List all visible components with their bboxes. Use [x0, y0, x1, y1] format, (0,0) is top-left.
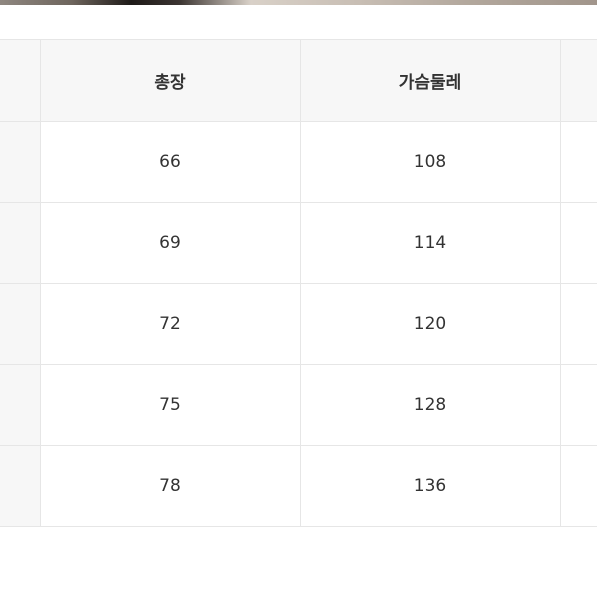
size-chart-header-row: 총장 가슴둘레 [0, 39, 597, 122]
total-length-cell: 75 [39, 364, 301, 446]
table-row: 72 120 [0, 283, 597, 365]
extra-cell [559, 121, 597, 203]
chest-cell: 128 [299, 364, 561, 446]
size-label-cell [0, 121, 41, 203]
chest-cell: 108 [299, 121, 561, 203]
chest-cell: 114 [299, 202, 561, 284]
extra-cell [559, 202, 597, 284]
chest-cell: 136 [299, 445, 561, 527]
size-label-cell [0, 364, 41, 446]
total-length-cell: 66 [39, 121, 301, 203]
next-measure-header [559, 39, 597, 122]
total-length-cell: 69 [39, 202, 301, 284]
total-length-cell: 72 [39, 283, 301, 365]
table-row: 75 128 [0, 364, 597, 446]
size-header-cell [0, 39, 41, 122]
chest-header: 가슴둘레 [299, 39, 561, 122]
size-chart-table: 총장 가슴둘레 66 108 69 114 72 120 75 128 78 1… [0, 39, 597, 527]
table-row: 69 114 [0, 202, 597, 284]
extra-cell [559, 364, 597, 446]
extra-cell [559, 283, 597, 365]
size-label-cell [0, 202, 41, 284]
total-length-cell: 78 [39, 445, 301, 527]
table-row: 78 136 [0, 445, 597, 527]
size-label-cell [0, 445, 41, 527]
total-length-header: 총장 [39, 39, 301, 122]
chest-cell: 120 [299, 283, 561, 365]
product-photo-edge [0, 0, 597, 5]
table-row: 66 108 [0, 121, 597, 203]
size-label-cell [0, 283, 41, 365]
extra-cell [559, 445, 597, 527]
